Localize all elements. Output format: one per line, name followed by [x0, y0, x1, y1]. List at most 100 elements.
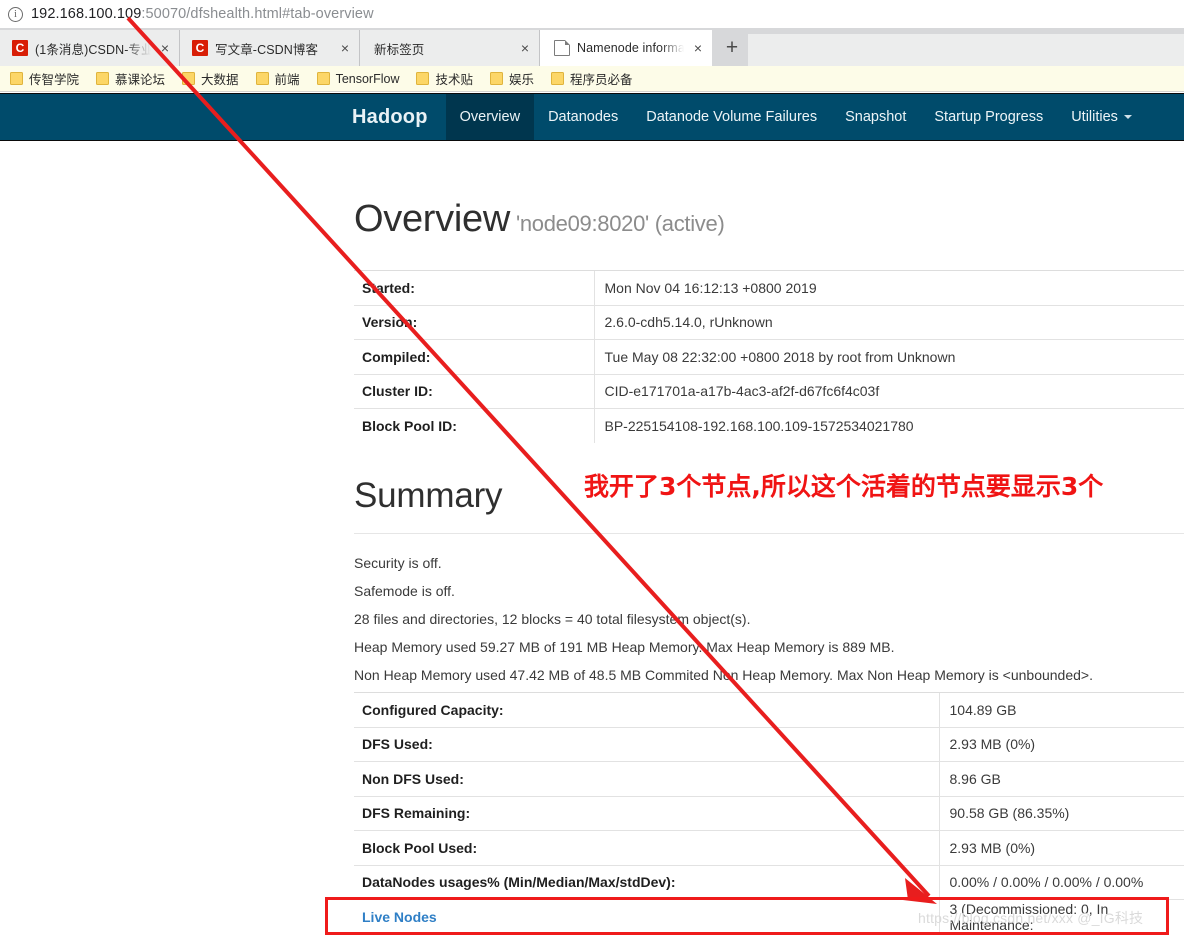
annotation-note: 我开了3个节点,所以这个活着的节点要显示3个: [584, 472, 1104, 501]
bookmark-label: 程序员必备: [570, 73, 633, 87]
tab-strip: C (1条消息)CSDN-专业 × C 写文章-CSDN博客 × 新标签页 × …: [0, 28, 1184, 66]
cluster-info-table: Started: Mon Nov 04 16:12:13 +0800 2019 …: [354, 270, 1184, 443]
close-icon[interactable]: ×: [690, 40, 706, 56]
tab-new-tab-page[interactable]: 新标签页 ×: [360, 30, 540, 66]
address-bar[interactable]: i 192.168.100.109:50070/dfshealth.html#t…: [0, 0, 1184, 28]
folder-icon: [316, 72, 330, 85]
info-circle-icon[interactable]: i: [8, 6, 23, 22]
row-key: Block Pool ID:: [354, 408, 594, 443]
folder-icon: [96, 72, 110, 85]
row-key: DataNodes usages% (Min/Median/Max/stdDev…: [354, 864, 939, 900]
close-icon[interactable]: ×: [517, 40, 533, 56]
bookmark-item[interactable]: 娱乐: [490, 69, 534, 88]
row-value: 2.6.0-cdh5.14.0, rUnknown: [593, 304, 1184, 340]
hadoop-navbar: Hadoop Overview Datanodes Datanode Volum…: [0, 93, 1184, 141]
summary-line-nonheap: Non Heap Memory used 47.42 MB of 48.5 MB…: [354, 667, 1093, 683]
table-row: Compiled: Tue May 08 22:32:00 +0800 2018…: [354, 339, 1184, 374]
nav-item-datanode-volume-failures[interactable]: Datanode Volume Failures: [632, 94, 831, 140]
table-row: Version: 2.6.0-cdh5.14.0, rUnknown: [354, 304, 1184, 340]
tab-title: 新标签页: [374, 42, 425, 57]
tab-strip-empty-area: [748, 34, 1184, 66]
close-icon[interactable]: ×: [337, 40, 353, 56]
summary-line-safemode: Safemode is off.: [354, 583, 455, 599]
row-value: Tue May 08 22:32:00 +0800 2018 by root f…: [593, 339, 1184, 374]
row-key: Non DFS Used:: [354, 761, 939, 796]
table-row: Non DFS Used: 8.96 GB: [354, 761, 1184, 796]
nav-item-overview[interactable]: Overview: [445, 94, 535, 140]
row-key: DFS Used:: [354, 726, 939, 762]
bookmark-label: 技术贴: [435, 73, 473, 87]
folder-icon: [416, 72, 430, 85]
document-icon: [554, 40, 570, 56]
tab-csdn-message[interactable]: C (1条消息)CSDN-专业 ×: [0, 30, 180, 66]
row-key: Started:: [354, 270, 594, 305]
summary-divider: [354, 533, 1184, 534]
tab-csdn-write[interactable]: C 写文章-CSDN博客 ×: [180, 30, 360, 66]
table-row: DFS Used: 2.93 MB (0%): [354, 726, 1184, 762]
row-value: CID-e171701a-a17b-4ac3-af2f-d67fc6f4c03f: [593, 373, 1184, 409]
tab-namenode-information[interactable]: Namenode informat ×: [540, 30, 712, 66]
row-key: Compiled:: [354, 339, 594, 374]
row-value: 8.96 GB: [938, 761, 1184, 796]
bookmark-item[interactable]: 传智学院: [10, 69, 79, 88]
annotation-highlight-box: [325, 897, 1169, 935]
page-title-main: Overview: [354, 198, 510, 240]
tab-title: (1条消息)CSDN-专业: [35, 42, 151, 57]
table-row: Configured Capacity: 104.89 GB: [354, 692, 1184, 727]
row-value: 104.89 GB: [938, 692, 1184, 727]
folder-icon: [182, 72, 196, 85]
bookmark-label: TensorFlow: [335, 71, 400, 86]
bookmarks-bar: 传智学院 慕课论坛 大数据 前端 TensorFlow 技术贴 娱乐 程序员必备: [0, 66, 1184, 92]
new-tab-button[interactable]: +: [714, 34, 750, 64]
hadoop-brand[interactable]: Hadoop: [352, 94, 446, 140]
row-key: DFS Remaining:: [354, 795, 939, 831]
table-row: Block Pool Used: 2.93 MB (0%): [354, 830, 1184, 865]
close-icon[interactable]: ×: [157, 40, 173, 56]
tab-title: Namenode informat: [577, 41, 684, 55]
page-title: Overview'node09:8020' (active): [354, 198, 725, 241]
row-key: Cluster ID:: [354, 373, 594, 409]
bookmark-label: 慕课论坛: [115, 73, 166, 87]
table-row: DFS Remaining: 90.58 GB (86.35%): [354, 795, 1184, 831]
bookmark-item[interactable]: 慕课论坛: [96, 69, 165, 88]
bookmark-label: 大数据: [201, 73, 239, 87]
nav-item-datanodes[interactable]: Datanodes: [534, 94, 632, 140]
bookmark-item[interactable]: 大数据: [182, 69, 239, 88]
row-key: Version:: [354, 304, 594, 340]
bookmark-label: 娱乐: [509, 73, 535, 87]
browser-window: i 192.168.100.109:50070/dfshealth.html#t…: [0, 0, 1184, 935]
bookmark-item[interactable]: 程序员必备: [551, 69, 633, 88]
row-key: Block Pool Used:: [354, 830, 939, 865]
folder-icon: [551, 72, 565, 85]
summary-line-heap: Heap Memory used 59.27 MB of 191 MB Heap…: [354, 639, 895, 655]
folder-icon: [490, 72, 503, 85]
nav-item-utilities-label: Utilities: [1071, 109, 1118, 125]
bookmark-item[interactable]: 技术贴: [416, 69, 473, 88]
row-value: 90.58 GB (86.35%): [938, 795, 1184, 831]
nav-item-startup-progress[interactable]: Startup Progress: [920, 94, 1057, 140]
bookmark-label: 传智学院: [29, 73, 80, 87]
csdn-icon: C: [12, 40, 28, 56]
tab-title: 写文章-CSDN博客: [215, 42, 319, 57]
row-value: 2.93 MB (0%): [938, 830, 1184, 865]
chevron-down-icon: [1123, 115, 1132, 119]
row-key: Configured Capacity:: [354, 692, 939, 727]
bookmark-item[interactable]: 前端: [255, 69, 300, 88]
row-value: BP-225154108-192.168.100.109-15725340217…: [593, 408, 1184, 443]
summary-heading: Summary: [354, 476, 503, 515]
csdn-icon: C: [192, 40, 208, 56]
nav-item-utilities[interactable]: Utilities: [1057, 94, 1146, 140]
row-value: 2.93 MB (0%): [938, 726, 1184, 762]
nav-item-snapshot[interactable]: Snapshot: [831, 94, 920, 140]
bookmark-item[interactable]: TensorFlow: [316, 71, 400, 86]
row-value: 0.00% / 0.00% / 0.00% / 0.00%: [938, 864, 1184, 900]
summary-line-security: Security is off.: [354, 555, 442, 571]
page-title-subtitle: 'node09:8020' (active): [515, 211, 725, 236]
folder-icon: [10, 72, 23, 85]
folder-icon: [255, 72, 269, 85]
summary-line-files: 28 files and directories, 12 blocks = 40…: [354, 611, 751, 627]
table-row: Started: Mon Nov 04 16:12:13 +0800 2019: [354, 270, 1184, 305]
url-host: 192.168.100.109: [31, 6, 142, 22]
table-row: DataNodes usages% (Min/Median/Max/stdDev…: [354, 864, 1184, 900]
table-row: Cluster ID: CID-e171701a-a17b-4ac3-af2f-…: [354, 373, 1184, 409]
